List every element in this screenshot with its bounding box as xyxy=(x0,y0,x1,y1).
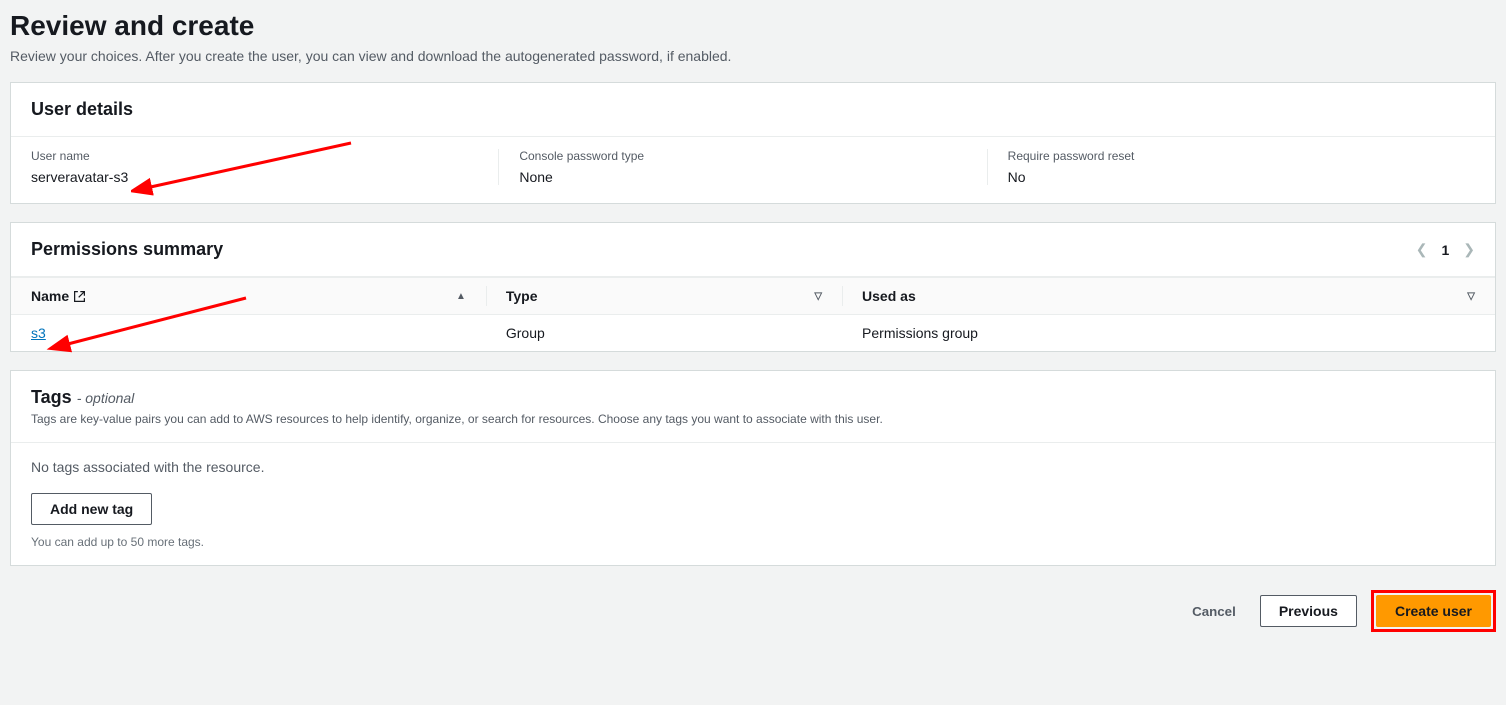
table-row: s3 Group Permissions group xyxy=(11,315,1495,352)
footer-actions: Cancel Previous Create user xyxy=(10,584,1496,638)
require-reset-label: Require password reset xyxy=(1008,149,1455,163)
password-type-value: None xyxy=(519,169,966,185)
create-user-button[interactable]: Create user xyxy=(1376,595,1491,627)
permissions-header-row: Name ▲ Type ▽ Used as ▽ xyxy=(11,278,1495,315)
user-details-title: User details xyxy=(31,99,133,120)
pager-page-number: 1 xyxy=(1441,242,1449,258)
password-type-label: Console password type xyxy=(519,149,966,163)
tags-empty-text: No tags associated with the resource. xyxy=(31,459,1475,475)
col-type-label[interactable]: Type xyxy=(506,288,538,304)
add-new-tag-button[interactable]: Add new tag xyxy=(31,493,152,525)
require-reset-value: No xyxy=(1008,169,1455,185)
sort-icon[interactable]: ▽ xyxy=(1467,291,1475,302)
tags-optional-label: - optional xyxy=(77,390,135,406)
tags-panel: Tags - optional Tags are key-value pairs… xyxy=(10,370,1496,566)
permissions-pager: ❮ 1 ❯ xyxy=(1416,241,1475,258)
permission-usedas-value: Permissions group xyxy=(842,315,1495,352)
col-usedas-label[interactable]: Used as xyxy=(862,288,916,304)
cancel-button[interactable]: Cancel xyxy=(1182,597,1246,626)
username-value: serveravatar-s3 xyxy=(31,169,478,185)
col-name-label[interactable]: Name xyxy=(31,288,69,304)
permissions-summary-panel: Permissions summary ❮ 1 ❯ Name ▲ xyxy=(10,222,1496,352)
page-subtitle: Review your choices. After you create th… xyxy=(10,48,1496,64)
tags-hint: You can add up to 50 more tags. xyxy=(31,535,1475,549)
sort-icon[interactable]: ▽ xyxy=(814,291,822,302)
tags-title: Tags - optional xyxy=(31,387,1475,408)
permission-type-value: Group xyxy=(486,315,842,352)
username-label: User name xyxy=(31,149,478,163)
user-details-panel: User details User name serveravatar-s3 C… xyxy=(10,82,1496,204)
pager-next-icon[interactable]: ❯ xyxy=(1463,241,1475,258)
previous-button[interactable]: Previous xyxy=(1260,595,1357,627)
tags-description: Tags are key-value pairs you can add to … xyxy=(31,412,1475,426)
permission-name-link[interactable]: s3 xyxy=(31,325,46,341)
page-title: Review and create xyxy=(10,10,1496,42)
external-link-icon xyxy=(73,290,86,303)
permissions-table: Name ▲ Type ▽ Used as ▽ xyxy=(11,277,1495,351)
sort-asc-icon[interactable]: ▲ xyxy=(456,291,466,302)
pager-prev-icon[interactable]: ❮ xyxy=(1416,241,1428,258)
permissions-title: Permissions summary xyxy=(31,239,223,260)
annotation-highlight-create: Create user xyxy=(1371,590,1496,632)
